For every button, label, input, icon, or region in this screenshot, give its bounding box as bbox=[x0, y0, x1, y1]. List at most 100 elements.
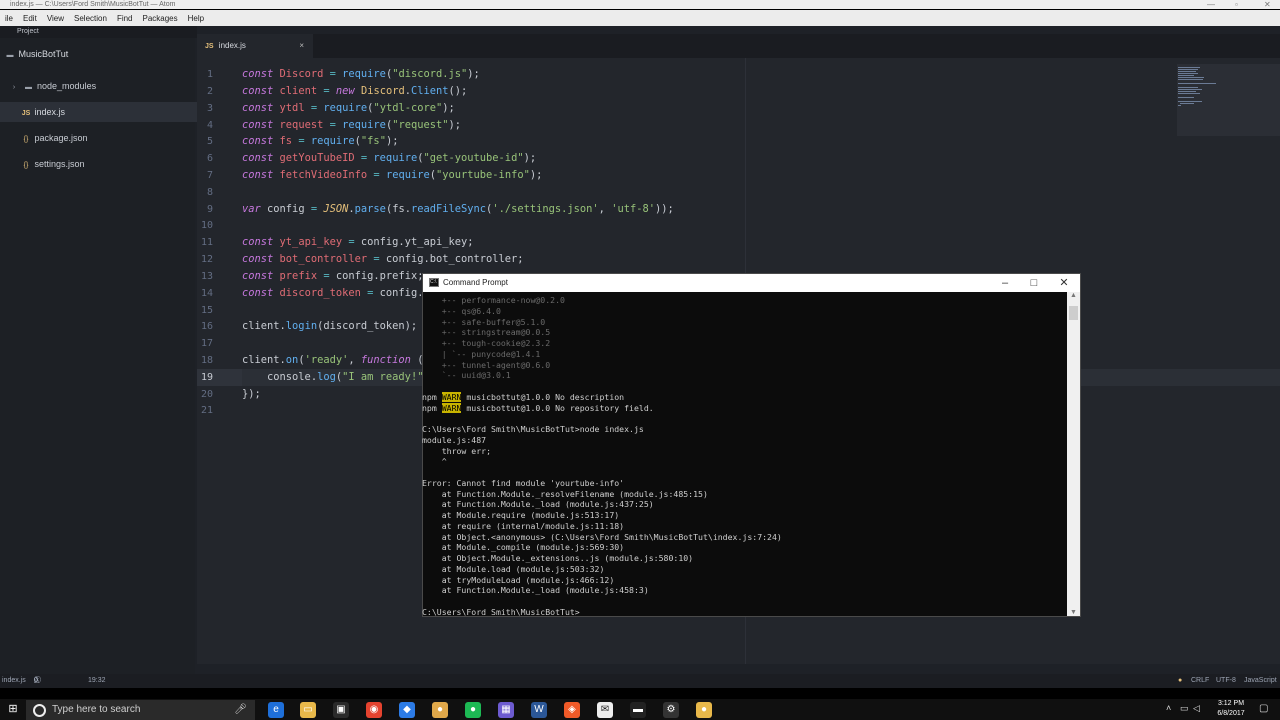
menu-view[interactable]: View bbox=[42, 14, 69, 23]
brave-icon[interactable]: ◈ bbox=[564, 702, 580, 718]
console-line: at Module.require (module.js:513:17) bbox=[422, 510, 620, 520]
taskbar-search[interactable]: Type here to search 🎤︎ bbox=[26, 700, 255, 720]
close-tab-icon[interactable]: × bbox=[299, 34, 304, 58]
console-line: ^ bbox=[422, 456, 447, 467]
tree-item-root[interactable]: ▬ MusicBotTut bbox=[0, 44, 190, 64]
edge-icon[interactable]: e bbox=[268, 702, 284, 718]
microphone-icon[interactable]: 🎤︎ bbox=[234, 700, 247, 720]
code-line: const bot_controller = config.bot_contro… bbox=[242, 253, 524, 265]
console-output[interactable]: +-- performance-now@0.2.0 +-- qs@6.4.0 +… bbox=[422, 292, 1067, 616]
tab-label: index.js bbox=[218, 41, 246, 50]
network-icon[interactable]: ▭ bbox=[1180, 703, 1189, 714]
code-line: client.on('ready', function () { bbox=[242, 354, 442, 366]
chevron-right-icon: › bbox=[12, 84, 16, 91]
code-line: const fetchVideoInfo = require("yourtube… bbox=[242, 169, 543, 181]
minimap[interactable] bbox=[1177, 64, 1280, 136]
maximize-icon[interactable]: ▫ bbox=[1235, 0, 1238, 9]
activity-dot-icon: ● bbox=[1178, 677, 1183, 684]
menu-edit[interactable]: Edit bbox=[18, 14, 42, 23]
console-line: npm WARN musicbottut@1.0.0 No repository… bbox=[422, 402, 654, 413]
status-cursor-position[interactable]: 19:32 bbox=[88, 674, 106, 688]
minimize-icon[interactable]: — bbox=[1207, 0, 1215, 9]
app-icon[interactable]: ● bbox=[432, 702, 448, 718]
console-line: `-- uuid@3.0.1 bbox=[422, 370, 511, 381]
volume-icon[interactable]: ◁ bbox=[1193, 703, 1200, 714]
console-line: C:\Users\Ford Smith\MusicBotTut>_ bbox=[422, 606, 585, 616]
steam-icon[interactable]: ⚙ bbox=[663, 702, 679, 718]
line-number: 12 bbox=[200, 254, 213, 265]
menu-file[interactable]: ile bbox=[0, 14, 18, 23]
status-line-ending[interactable]: CRLF bbox=[1191, 674, 1209, 688]
console-line: throw err; bbox=[422, 445, 492, 456]
project-header[interactable]: Project bbox=[0, 26, 197, 38]
spotify-icon[interactable]: ● bbox=[465, 702, 481, 718]
mail-icon[interactable]: ✉ bbox=[597, 702, 613, 718]
command-prompt-title-bar[interactable]: C:\ Command Prompt – □ ✕ bbox=[423, 274, 1080, 292]
search-icon bbox=[33, 704, 46, 717]
line-number: 2 bbox=[206, 86, 213, 97]
code-line: }); bbox=[242, 388, 261, 400]
console-line: at tryModuleLoad (module.js:466:12) bbox=[422, 574, 615, 585]
app-icon[interactable]: ● bbox=[696, 702, 712, 718]
close-icon[interactable]: ✕ bbox=[1057, 274, 1071, 292]
menu-packages[interactable]: Packages bbox=[138, 14, 183, 23]
line-number: 19 bbox=[200, 372, 213, 383]
code-line: const request = require("request"); bbox=[242, 119, 462, 131]
store-icon[interactable]: ▣ bbox=[333, 702, 349, 718]
code-line: const prefix = config.prefix; bbox=[242, 270, 424, 282]
tree-item-label: MusicBotTut bbox=[18, 49, 69, 59]
console-line: at Function.Module._load (module.js:458:… bbox=[422, 585, 649, 596]
status-encoding[interactable]: UTF-8 bbox=[1216, 674, 1236, 688]
chevron-up-icon[interactable]: ˄ bbox=[1166, 703, 1171, 713]
code-line: const ytdl = require("ytdl-core"); bbox=[242, 102, 455, 114]
folder-icon: ▬ bbox=[25, 84, 33, 91]
tree-item-index-js[interactable]: JS index.js bbox=[0, 102, 206, 122]
console-line: | `-- punycode@1.4.1 bbox=[422, 348, 541, 359]
console-line: module.js:487 bbox=[422, 434, 487, 445]
visual-studio-code-icon[interactable]: ◆ bbox=[399, 702, 415, 718]
code-line: const fs = require("fs"); bbox=[242, 135, 399, 147]
scroll-thumb[interactable] bbox=[1069, 306, 1078, 320]
line-number: 16 bbox=[200, 321, 213, 332]
menu-help[interactable]: Help bbox=[183, 14, 209, 23]
window-title: index.js — C:\Users\Ford Smith\MusicBotT… bbox=[10, 1, 176, 8]
tab-index-js[interactable]: JS index.js × bbox=[197, 34, 313, 58]
status-bar: index.js ⓧ 0 △ 0 ⓘ 0 19:32 ● CRLF UTF-8 … bbox=[0, 674, 1280, 688]
line-number: 11 bbox=[200, 237, 213, 248]
line-number: 18 bbox=[200, 355, 213, 366]
word-icon[interactable]: W bbox=[531, 702, 547, 718]
file-explorer-icon[interactable]: ▭ bbox=[300, 702, 316, 718]
scroll-down-icon[interactable]: ▼ bbox=[1070, 609, 1077, 616]
console-line: +-- tunnel-agent@0.6.0 bbox=[422, 359, 551, 370]
menu-selection[interactable]: Selection bbox=[69, 14, 112, 23]
tree-view: ▬ MusicBotTut › ▬ node_modules JS index.… bbox=[0, 38, 206, 674]
scroll-up-icon[interactable]: ▲ bbox=[1070, 292, 1077, 299]
tab-bar bbox=[197, 34, 1280, 58]
tree-item-node-modules[interactable]: › ▬ node_modules bbox=[0, 76, 194, 96]
windows-start-icon[interactable]: ⊞ bbox=[0, 699, 26, 720]
tree-item-label: index.js bbox=[34, 107, 66, 117]
chrome-icon[interactable]: ◉ bbox=[366, 702, 382, 718]
menu-find[interactable]: Find bbox=[112, 14, 138, 23]
system-clock[interactable]: 3:12 PM 6/8/2017 bbox=[1206, 699, 1256, 720]
console-line: at Module._compile (module.js:569:30) bbox=[422, 542, 625, 553]
line-number: 4 bbox=[206, 120, 213, 131]
console-scrollbar[interactable]: ▲ ▼ bbox=[1067, 292, 1080, 616]
status-grammar[interactable]: JavaScript bbox=[1244, 674, 1277, 688]
tree-item-settings-json[interactable]: {} settings.json bbox=[0, 154, 206, 174]
console-line: npm WARN musicbottut@1.0.0 No descriptio… bbox=[422, 391, 625, 402]
tree-item-package-json[interactable]: {} package.json bbox=[0, 128, 206, 148]
app-icon[interactable]: ▦ bbox=[498, 702, 514, 718]
atom-title-bar: index.js — C:\Users\Ford Smith\MusicBotT… bbox=[0, 0, 1280, 9]
close-icon[interactable]: ✕ bbox=[1264, 0, 1271, 9]
json-file-icon: {} bbox=[23, 136, 29, 143]
command-prompt-icon[interactable]: ▬ bbox=[630, 702, 646, 718]
code-line: const yt_api_key = config.yt_api_key; bbox=[242, 236, 474, 248]
notifications-icon[interactable]: ▢ bbox=[1259, 703, 1268, 714]
status-file[interactable]: index.js bbox=[2, 674, 26, 688]
line-number: 13 bbox=[200, 271, 213, 282]
maximize-icon[interactable]: □ bbox=[1027, 274, 1041, 292]
minimize-icon[interactable]: – bbox=[998, 274, 1012, 292]
code-line: var config = JSON.parse(fs.readFileSync(… bbox=[242, 203, 674, 215]
command-prompt-icon: C:\ bbox=[429, 278, 439, 287]
